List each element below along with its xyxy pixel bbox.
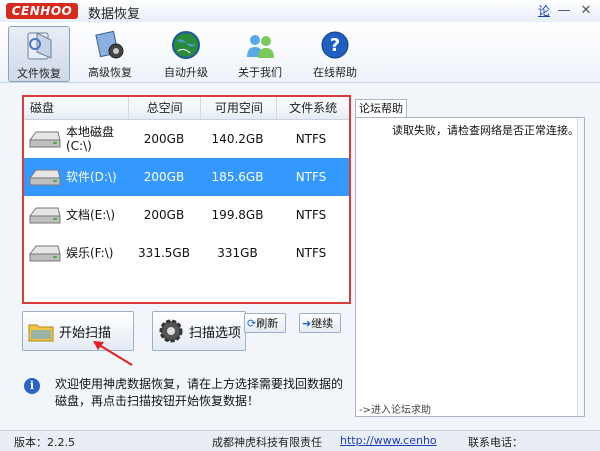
close-icon[interactable]: ✕	[578, 3, 594, 19]
continue-button[interactable]: ➜ 继续	[299, 313, 341, 333]
hard-drive-icon	[29, 207, 61, 224]
file-recovery-icon	[22, 29, 56, 63]
app-logo: CENHOO	[6, 3, 78, 19]
drive-row-selected[interactable]: 软件(D:\) 200GB 185.6GB NTFS	[24, 158, 349, 196]
header-disk[interactable]: 磁盘	[24, 97, 129, 119]
drive-total: 200GB	[143, 170, 185, 184]
red-arrow-annotation	[93, 341, 133, 366]
drive-fs: NTFS	[295, 170, 327, 184]
toolbar-label: 自动升级	[164, 66, 208, 79]
scan-options-button[interactable]: 扫描选项	[152, 311, 246, 351]
header-free-space[interactable]: 可用空间	[201, 97, 278, 119]
drive-free: 331GB	[217, 246, 258, 260]
toolbar-label: 高级恢复	[88, 66, 132, 79]
version-text: 版本：2.2.5	[14, 436, 75, 449]
info-message: 欢迎使用神虎数据恢复，请在上方选择需要找回数据的磁盘，再点击扫描按钮开始恢复数据…	[55, 377, 344, 408]
refresh-icon: ⟳	[247, 316, 257, 330]
drive-total: 331.5GB	[138, 246, 190, 260]
refresh-button[interactable]: ⟳ 刷新	[244, 313, 286, 333]
drive-total: 200GB	[143, 132, 185, 146]
header-file-system[interactable]: 文件系统	[277, 97, 349, 119]
forum-help-panel: 读取失败，请检查网络是否正常连接。 ->进入论坛求助	[355, 117, 585, 417]
globe-icon	[169, 28, 203, 62]
toolbar-label: 文件恢复	[17, 67, 61, 80]
toolbar-advanced-recovery[interactable]: 高级恢复	[80, 26, 140, 80]
help-icon: ?	[318, 28, 352, 62]
svg-text:?: ?	[330, 35, 340, 56]
toolbar-about-us[interactable]: 关于我们	[230, 26, 290, 80]
toolbar: 文件恢复 高级恢复 自动升级 关于我们 ? 在线帮助	[0, 22, 600, 83]
forum-status-message: 读取失败，请检查网络是否正常连接。	[392, 124, 579, 137]
window-controls: 论 — ✕	[538, 2, 594, 19]
drive-row[interactable]: 文档(E:\) 200GB 199.8GB NTFS	[24, 196, 349, 234]
drive-name: 文档(E:\)	[66, 208, 116, 222]
toolbar-label: 在线帮助	[313, 66, 357, 79]
drive-name: 娱乐(F:\)	[66, 246, 114, 260]
drive-list-panel: 磁盘 总空间 可用空间 文件系统 本地磁盘 (C:\) 200GB 140.2G…	[22, 95, 351, 304]
company-text: 成都神虎科技有限责任	[212, 436, 322, 449]
window-title: 数据恢复	[88, 7, 141, 22]
about-users-icon	[243, 28, 277, 62]
hard-drive-icon	[29, 131, 61, 148]
forum-link[interactable]: 论	[538, 2, 550, 19]
advanced-recovery-icon	[93, 28, 127, 62]
toolbar-label: 关于我们	[238, 66, 282, 79]
toolbar-file-recovery[interactable]: 文件恢复	[8, 26, 70, 82]
drive-fs: NTFS	[295, 246, 327, 260]
hard-drive-icon	[29, 245, 61, 262]
drive-name: 本地磁盘 (C:\)	[66, 125, 115, 153]
drive-table-header: 磁盘 总空间 可用空间 文件系统	[24, 97, 349, 120]
tab-forum-help[interactable]: 论坛帮助	[355, 99, 407, 118]
toolbar-online-help[interactable]: ? 在线帮助	[305, 26, 365, 80]
continue-label: 继续	[311, 317, 334, 330]
header-total-space[interactable]: 总空间	[129, 97, 202, 119]
folder-scan-icon	[28, 324, 54, 342]
minimize-icon[interactable]: —	[556, 3, 572, 19]
drive-name: 软件(D:\)	[66, 170, 117, 184]
drive-row[interactable]: 本地磁盘 (C:\) 200GB 140.2GB NTFS	[24, 120, 349, 158]
toolbar-auto-update[interactable]: 自动升级	[156, 26, 216, 80]
info-icon: i	[24, 378, 40, 394]
forum-enter-link[interactable]: ->进入论坛求助	[359, 401, 431, 416]
refresh-label: 刷新	[256, 317, 279, 330]
app-window: CENHOO 数据恢复 论 — ✕ 文件恢复 高级恢复 自动升级 关于我们 ? …	[0, 0, 600, 451]
drive-fs: NTFS	[295, 132, 327, 146]
title-bar: CENHOO 数据恢复 论 — ✕	[0, 0, 600, 23]
gear-icon	[159, 319, 183, 343]
drive-free: 140.2GB	[211, 132, 264, 146]
scan-options-label: 扫描选项	[189, 325, 242, 341]
drive-rows: 本地磁盘 (C:\) 200GB 140.2GB NTFS 软件(D:\) 20…	[24, 120, 349, 272]
contact-text: 联系电话：	[468, 436, 523, 449]
drive-fs: NTFS	[295, 208, 327, 222]
hard-drive-icon	[29, 169, 61, 186]
continue-icon: ➜	[302, 316, 312, 330]
drive-row[interactable]: 娱乐(F:\) 331.5GB 331GB NTFS	[24, 234, 349, 272]
drive-free: 199.8GB	[211, 208, 264, 222]
status-bar: 版本：2.2.5 成都神虎科技有限责任 http://www.cenho 联系电…	[0, 430, 600, 451]
website-link[interactable]: http://www.cenho	[340, 434, 437, 447]
drive-free: 185.6GB	[211, 170, 264, 184]
forum-scrollbar[interactable]	[577, 118, 584, 416]
drive-total: 200GB	[143, 208, 185, 222]
